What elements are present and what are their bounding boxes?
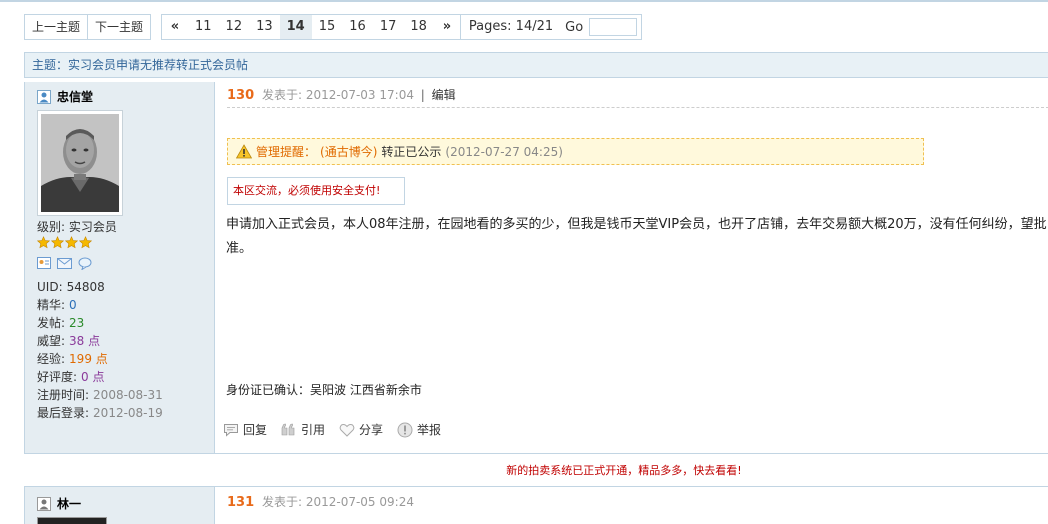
- author-name-2[interactable]: 林一: [57, 495, 81, 512]
- quote-icon: [281, 423, 295, 435]
- post-130: 忠信堂 级别: 实习会员 UID: 54808 精华: 0 发帖: 23 威望:…: [24, 82, 1048, 454]
- member-level: 级别: 实习会员: [37, 220, 117, 234]
- avatar-2[interactable]: [37, 517, 107, 524]
- pager-next-button[interactable]: »: [434, 15, 460, 39]
- safe-payment-warning: 本区交流，必须使用安全支付!: [227, 177, 405, 205]
- auction-ad-link[interactable]: 新的拍卖系统已正式开通，精品多多，快去看看!: [506, 464, 741, 477]
- user-icon: [37, 496, 51, 511]
- author-sidebar: 忠信堂 级别: 实习会员 UID: 54808 精华: 0 发帖: 23 威望:…: [25, 82, 215, 453]
- stat-prestige: 威望: 38 点: [37, 334, 101, 348]
- report-label: 举报: [417, 423, 442, 437]
- user-icon: [37, 89, 51, 104]
- pager-page-17[interactable]: 17: [373, 15, 404, 39]
- warning-triangle-icon: [236, 144, 252, 159]
- auction-ad: 新的拍卖系统已正式开通，精品多多，快去看看!: [0, 462, 1048, 478]
- stat-last-login: 最后登录: 2012-08-19: [37, 406, 163, 420]
- edit-link[interactable]: 编辑: [432, 88, 456, 102]
- quote-label: 引用: [301, 423, 326, 437]
- pager-info: Pages: 14/21: [459, 15, 561, 39]
- post-floor-number-2[interactable]: 131: [227, 495, 254, 510]
- id-confirmation: 身份证已确认：吴阳波 江西省新余市: [226, 383, 422, 397]
- share-button[interactable]: 分享: [339, 421, 383, 438]
- notice-moderator[interactable]: (通古博今): [320, 143, 377, 160]
- star-icon: [37, 236, 50, 249]
- header-divider: [227, 107, 1048, 108]
- pagination: « 11 12 13 14 15 16 17 18 » Pages: 14/21…: [161, 14, 643, 40]
- pager-prev-button[interactable]: «: [162, 15, 188, 39]
- pager-page-current: 14: [279, 15, 312, 39]
- reply-icon: [224, 423, 238, 437]
- post-body: 申请加入正式会员，本人08年注册，在园地看的多买的少，但我是钱币天堂VIP会员，…: [226, 217, 1047, 256]
- header-separator: |: [420, 88, 425, 102]
- avatar-portrait-image: [41, 114, 119, 212]
- rating-stars: [37, 236, 92, 249]
- chat-bubble-icon[interactable]: [78, 257, 92, 270]
- topic-title-bar: 主题：实习会员申请无推荐转正式会员帖: [24, 52, 1048, 78]
- report-icon: [397, 422, 413, 437]
- post-content-area: 130 发表于: 2012-07-03 17:04 | 编辑 管理提醒： (通古…: [215, 82, 1048, 453]
- pager-page-12[interactable]: 12: [219, 15, 250, 39]
- author-name-row: 忠信堂: [37, 88, 93, 105]
- post-floor-number[interactable]: 130: [227, 88, 254, 103]
- notice-time: (2012-07-27 04:25): [445, 144, 563, 159]
- pager-go-input[interactable]: [589, 18, 638, 36]
- post-131: 林一 131 发表于: 2012-07-05 09:24: [24, 486, 1048, 524]
- avatar[interactable]: [37, 110, 123, 216]
- star-icon: [65, 236, 78, 249]
- stat-rating: 好评度: 0 点: [37, 370, 105, 384]
- profile-card-icon[interactable]: [37, 257, 51, 269]
- topic-nav: 上一主题 下一主题: [24, 14, 152, 40]
- share-label: 分享: [359, 423, 384, 437]
- pager-go-label: Go: [565, 19, 584, 35]
- topic-title: 主题：实习会员申请无推荐转正式会员帖: [32, 58, 249, 72]
- quote-button[interactable]: 引用: [281, 421, 325, 438]
- pager-page-15[interactable]: 15: [312, 15, 343, 39]
- notice-label: 管理提醒：: [256, 145, 317, 159]
- post-header-2: 131 发表于: 2012-07-05 09:24: [227, 493, 414, 510]
- user-stats: UID: 54808 精华: 0 发帖: 23 威望: 38 点 经验: 199 点 好评…: [37, 278, 163, 422]
- author-name[interactable]: 忠信堂: [57, 88, 93, 105]
- pager-page-18[interactable]: 18: [403, 15, 434, 39]
- author-sidebar-2: 林一: [25, 487, 215, 524]
- stat-digest: 精华: 0: [37, 298, 77, 312]
- notice-action: 转正已公示: [381, 145, 442, 159]
- star-icon: [51, 236, 64, 249]
- post-actions: 回复 引用 分享 举报: [223, 421, 441, 438]
- mail-icon[interactable]: [57, 257, 72, 269]
- stat-registered: 注册时间: 2008-08-31: [37, 388, 163, 402]
- prev-topic-button[interactable]: 上一主题: [25, 15, 87, 39]
- author-name-row-2: 林一: [37, 495, 81, 512]
- post-date: 发表于: 2012-07-03 17:04: [261, 88, 414, 102]
- reply-button[interactable]: 回复: [223, 421, 267, 438]
- pager-go: Go: [561, 15, 641, 39]
- pager-page-16[interactable]: 16: [342, 15, 373, 39]
- stat-experience: 经验: 199 点: [37, 352, 108, 366]
- stat-uid: UID: 54808: [37, 280, 105, 294]
- report-button[interactable]: 举报: [397, 421, 441, 438]
- user-action-icons: [37, 257, 92, 270]
- stat-posts: 发帖: 23: [37, 316, 85, 330]
- post-date-2: 发表于: 2012-07-05 09:24: [261, 495, 414, 509]
- star-icon: [79, 236, 92, 249]
- heart-share-icon: [339, 423, 355, 437]
- next-topic-button[interactable]: 下一主题: [87, 15, 150, 39]
- pager-page-11[interactable]: 11: [188, 15, 219, 39]
- post-header: 130 发表于: 2012-07-03 17:04 | 编辑: [227, 86, 456, 103]
- top-divider: [0, 0, 1048, 2]
- pager-page-13[interactable]: 13: [249, 15, 280, 39]
- moderator-notice: 管理提醒： (通古博今) 转正已公示 (2012-07-27 04:25): [227, 138, 924, 165]
- reply-label: 回复: [243, 423, 268, 437]
